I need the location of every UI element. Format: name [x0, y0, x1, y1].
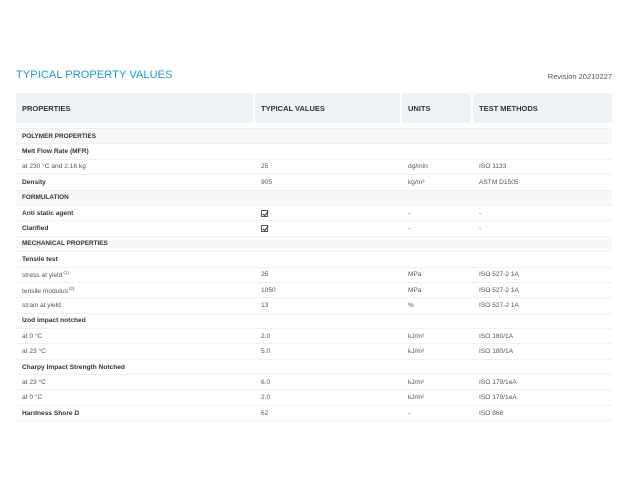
property-cell: Clarified [16, 221, 255, 237]
table-row: tensile modulus(2) 1050 MPa ISO 527-2 1A [16, 283, 612, 299]
test-method-cell: ISO 1133 [473, 160, 612, 176]
units-cell: - [402, 406, 473, 422]
checkbox-checked-icon [261, 225, 268, 233]
test-method-cell: ISO 180/1A [473, 344, 612, 360]
test-method-cell: ISO 180/1A [473, 329, 612, 345]
property-label: Density [22, 178, 46, 186]
units-cell: kJ/m² [402, 391, 473, 407]
value-cell: 25 [255, 268, 402, 283]
value-cell: 905 [255, 175, 402, 191]
group-heading-row: Tensile test [16, 252, 612, 268]
value-cell: 6.0 [255, 375, 402, 391]
property-label: tensile modulus [22, 287, 68, 295]
value-cell [255, 206, 402, 222]
test-method-cell: ISO 527-2 1A [473, 298, 612, 314]
table-header-row: PROPERTIES TYPICAL VALUES UNITS TEST MET… [16, 93, 612, 123]
footnote-marker: (2) [68, 285, 75, 291]
test-method-cell: ISO 179/1eA [473, 375, 612, 391]
property-label: Anti static agent [22, 209, 74, 217]
units-cell: - [402, 221, 473, 237]
value-cell: 2.0 [255, 391, 402, 407]
table-row: at 23 °C 5.0 kJ/m² ISO 180/1A [16, 344, 612, 360]
units-cell: MPa [402, 268, 473, 283]
property-cell: strain at yield [16, 298, 255, 314]
property-cell: at 23 °C [16, 375, 255, 391]
property-label: stress at yield [22, 272, 63, 280]
test-method-cell: ISO 527-2 1A [473, 268, 612, 283]
property-label: at 23 °C [22, 348, 46, 356]
property-cell: at 0 °C [16, 391, 255, 407]
checkbox-checked-icon [261, 209, 268, 217]
column-header-typical-values: TYPICAL VALUES [255, 93, 402, 123]
section-heading-row: FORMULATION [16, 190, 612, 206]
revision-label: Revision 20210227 [547, 72, 612, 81]
property-cell: at 230 °C and 2.16 kg [16, 160, 255, 176]
units-cell: % [402, 298, 473, 314]
test-method-cell: - [473, 206, 612, 222]
table-row: Density 905 kg/m³ ASTM D1505 [16, 175, 612, 191]
section-heading: FORMULATION [16, 190, 612, 206]
property-label: at 0 °C [22, 394, 43, 402]
test-method-cell: ISO 868 [473, 406, 612, 422]
property-label: Clarified [22, 225, 49, 233]
property-label: at 230 °C and 2.16 kg [22, 163, 86, 171]
test-method-cell: ISO 179/1eA [473, 391, 612, 407]
table-row: stress at yield(1) 25 MPa ISO 527-2 1A [16, 268, 612, 283]
table-row: Hardness Shore D 62- ISO 868 [16, 406, 612, 422]
property-label: at 23 °C [22, 378, 46, 386]
property-cell: tensile modulus(2) [16, 283, 255, 299]
column-header-units: UNITS [402, 93, 473, 123]
property-table: PROPERTIES TYPICAL VALUES UNITS TEST MET… [16, 93, 612, 422]
value-cell: 13 [255, 298, 402, 314]
property-cell: at 0 °C [16, 329, 255, 345]
property-label: Hardness Shore D [22, 409, 80, 417]
test-method-cell: ISO 527-2 1A [473, 283, 612, 299]
section-heading: POLYMER PROPERTIES [16, 129, 612, 145]
units-cell: kJ/m² [402, 375, 473, 391]
value-cell [255, 221, 402, 237]
units-cell: kJ/m² [402, 329, 473, 345]
column-header-properties: PROPERTIES [16, 93, 255, 123]
table-row: at 230 °C and 2.16 kg 25 dg/min ISO 1133 [16, 160, 612, 176]
units-cell: - [402, 206, 473, 222]
property-label: strain at yield [22, 301, 61, 309]
value-cell: 25 [255, 160, 402, 176]
test-method-cell: - [473, 221, 612, 237]
table-body: POLYMER PROPERTIES Melt Flow Rate (MFR) at… [16, 123, 612, 422]
table-row: at 23 °C 6.0 kJ/m² ISO 179/1eA [16, 375, 612, 391]
property-cell: Density [16, 175, 255, 191]
group-heading: Izod impact notched [16, 313, 612, 330]
value-cell: 5.0 [255, 344, 402, 360]
units-cell: kg/m³ [402, 175, 473, 191]
group-heading-row: Izod impact notched [16, 313, 612, 330]
group-heading: Tensile test [16, 252, 612, 268]
table-row: Anti static agent - - [16, 206, 612, 222]
table-row: at 0 °C 2.0 kJ/m² ISO 180/1A [16, 329, 612, 345]
property-cell: at 23 °C [16, 344, 255, 360]
value-cell: 2.0 [255, 329, 402, 345]
table-row: at 0 °C 2.0 kJ/m² ISO 179/1eA [16, 391, 612, 407]
table-row: strain at yield 13% ISO 527-2 1A [16, 298, 612, 314]
page-title: TYPICAL PROPERTY VALUES [16, 69, 173, 81]
units-cell: kJ/m² [402, 344, 473, 360]
units-cell: MPa [402, 283, 473, 299]
footnote-marker: (1) [63, 270, 69, 276]
value-cell: 1050 [255, 283, 402, 299]
section-heading-row: MECHANICAL PROPERTIES [16, 236, 612, 253]
units-cell: dg/min [402, 160, 473, 176]
property-cell: stress at yield(1) [16, 268, 255, 283]
section-heading: MECHANICAL PROPERTIES [16, 236, 612, 253]
property-label: at 0 °C [22, 332, 43, 340]
group-heading: Charpy Impact Strength Notched [16, 359, 612, 376]
group-heading: Melt Flow Rate (MFR) [16, 144, 612, 160]
test-method-cell: ASTM D1505 [473, 175, 612, 191]
value-cell: 62 [255, 406, 402, 422]
column-header-test-methods: TEST METHODS [473, 93, 612, 123]
property-cell: Anti static agent [16, 206, 255, 222]
property-cell: Hardness Shore D [16, 406, 255, 422]
section-heading-row: POLYMER PROPERTIES [16, 129, 612, 145]
group-heading-row: Charpy Impact Strength Notched [16, 359, 612, 376]
group-heading-row: Melt Flow Rate (MFR) [16, 144, 612, 160]
table-row: Clarified - - [16, 221, 612, 237]
